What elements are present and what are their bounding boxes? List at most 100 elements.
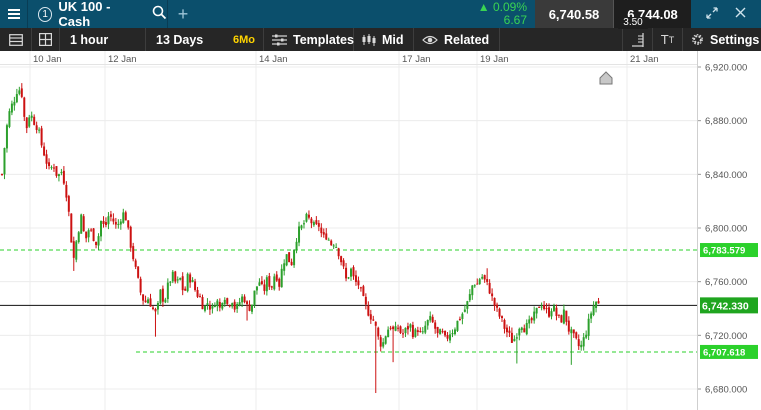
candle-body bbox=[38, 129, 41, 131]
candle-body bbox=[570, 329, 573, 334]
candle-body bbox=[102, 221, 105, 224]
level-tag-label: 6,707.618 bbox=[703, 347, 745, 358]
price-chart[interactable]: 6,783.579 6,707.618 6,742.330 10 Jan 12 Jan… bbox=[0, 51, 761, 410]
candle-body bbox=[30, 115, 33, 118]
candle-body bbox=[416, 330, 419, 333]
candle-body bbox=[446, 334, 449, 339]
range-badge: 6Mo bbox=[233, 33, 255, 46]
ruler-icon bbox=[631, 32, 644, 47]
grid-layout-icon bbox=[39, 33, 52, 46]
candle-body bbox=[533, 311, 536, 321]
candle-body bbox=[585, 334, 588, 338]
candle-body bbox=[154, 309, 157, 312]
chart-panel-toggle[interactable] bbox=[0, 28, 32, 51]
candle-body bbox=[278, 278, 281, 287]
related-button[interactable]: Related bbox=[414, 28, 500, 51]
templates-button[interactable]: Templates bbox=[264, 28, 354, 51]
scroll-end-icon[interactable] bbox=[599, 71, 613, 85]
candle-body bbox=[528, 319, 531, 324]
grid bbox=[0, 51, 697, 410]
candle-body bbox=[211, 306, 214, 309]
add-instrument-icon[interactable]: + bbox=[168, 0, 198, 28]
candle-body bbox=[191, 280, 194, 283]
candle-body bbox=[33, 116, 36, 125]
panel-icon bbox=[8, 33, 23, 46]
candle-body bbox=[357, 280, 360, 286]
candle-body bbox=[72, 241, 75, 258]
candle-body bbox=[87, 230, 90, 238]
candle-body bbox=[548, 307, 551, 317]
close-icon[interactable] bbox=[735, 7, 746, 21]
candle-body bbox=[478, 279, 481, 285]
text-size-button[interactable]: TT bbox=[653, 28, 683, 51]
candle-body bbox=[221, 303, 224, 309]
interval-value: 1 hour bbox=[70, 32, 109, 47]
y-tick-label: 6,680.000 bbox=[705, 385, 747, 396]
y-tick-label: 6,800.000 bbox=[705, 224, 747, 235]
eye-icon bbox=[422, 35, 438, 45]
price-type-dropdown[interactable]: Mid bbox=[354, 28, 414, 51]
change-percent-value: 0.09% bbox=[492, 0, 527, 14]
candle-body bbox=[461, 313, 464, 319]
candle-body bbox=[104, 222, 107, 226]
drawing-tools-button[interactable] bbox=[623, 28, 653, 51]
candle-body bbox=[538, 306, 541, 308]
candle-body bbox=[456, 320, 459, 331]
layout-button[interactable] bbox=[32, 28, 60, 51]
candle-body bbox=[327, 239, 330, 241]
candle-body bbox=[186, 273, 189, 292]
candle-body bbox=[3, 148, 6, 175]
main-menu-button[interactable] bbox=[0, 0, 28, 28]
candle-body bbox=[60, 172, 63, 174]
candle-body bbox=[298, 226, 301, 243]
expand-icon[interactable] bbox=[706, 6, 718, 22]
instrument-selector[interactable]: 1 UK 100 - Cash bbox=[28, 0, 168, 29]
instrument-number-badge: 1 bbox=[38, 6, 53, 22]
candle-body bbox=[8, 111, 11, 127]
candle-body bbox=[293, 249, 296, 266]
candle-body bbox=[342, 260, 345, 267]
settings-button[interactable]: Settings bbox=[683, 28, 761, 51]
candle-body bbox=[364, 296, 367, 305]
candle-body bbox=[23, 97, 26, 117]
search-icon[interactable] bbox=[152, 5, 167, 23]
up-arrow-icon: ▲ bbox=[477, 0, 490, 14]
candlestick-chart-svg[interactable]: 6,783.579 6,707.618 6,742.330 10 Jan 12 Jan… bbox=[0, 51, 761, 410]
candle-body bbox=[275, 274, 278, 281]
x-tick-label: 21 Jan bbox=[630, 54, 659, 65]
candle-body bbox=[285, 254, 288, 266]
candle-body bbox=[213, 305, 216, 308]
candle-body bbox=[243, 296, 246, 303]
candle-body bbox=[491, 293, 494, 297]
candle-body bbox=[1, 174, 3, 176]
price-type-value: Mid bbox=[382, 32, 404, 47]
candle-body bbox=[238, 302, 241, 305]
candle-body bbox=[320, 227, 323, 234]
candle-body bbox=[572, 329, 575, 334]
candle-body bbox=[441, 331, 444, 333]
candle-body bbox=[424, 325, 427, 333]
candle-body bbox=[466, 301, 469, 309]
candle-body bbox=[5, 125, 8, 149]
price-change: ▲ 0.09% 6.67 bbox=[459, 0, 535, 28]
x-tick-label: 14 Jan bbox=[259, 54, 288, 65]
candle-body bbox=[208, 305, 211, 310]
interval-dropdown[interactable]: 1 hour bbox=[60, 28, 146, 51]
candle-body bbox=[28, 117, 31, 127]
candle-body bbox=[228, 305, 231, 307]
candle-body bbox=[273, 276, 276, 290]
candle-body bbox=[463, 309, 466, 312]
candle-body bbox=[483, 275, 486, 280]
candle-body bbox=[20, 88, 23, 97]
sell-price-button[interactable]: 6,740.58 bbox=[535, 0, 613, 28]
header-spacer bbox=[198, 0, 459, 28]
range-value: 13 Days bbox=[156, 32, 204, 47]
candle-body bbox=[406, 326, 409, 330]
candle-body bbox=[119, 221, 122, 225]
candle-body bbox=[384, 336, 387, 344]
candle-body bbox=[124, 212, 127, 221]
candle-body bbox=[337, 248, 340, 257]
candle-body bbox=[523, 328, 526, 333]
candle-body bbox=[359, 287, 362, 289]
range-dropdown[interactable]: 13 Days 6Mo bbox=[146, 28, 264, 51]
